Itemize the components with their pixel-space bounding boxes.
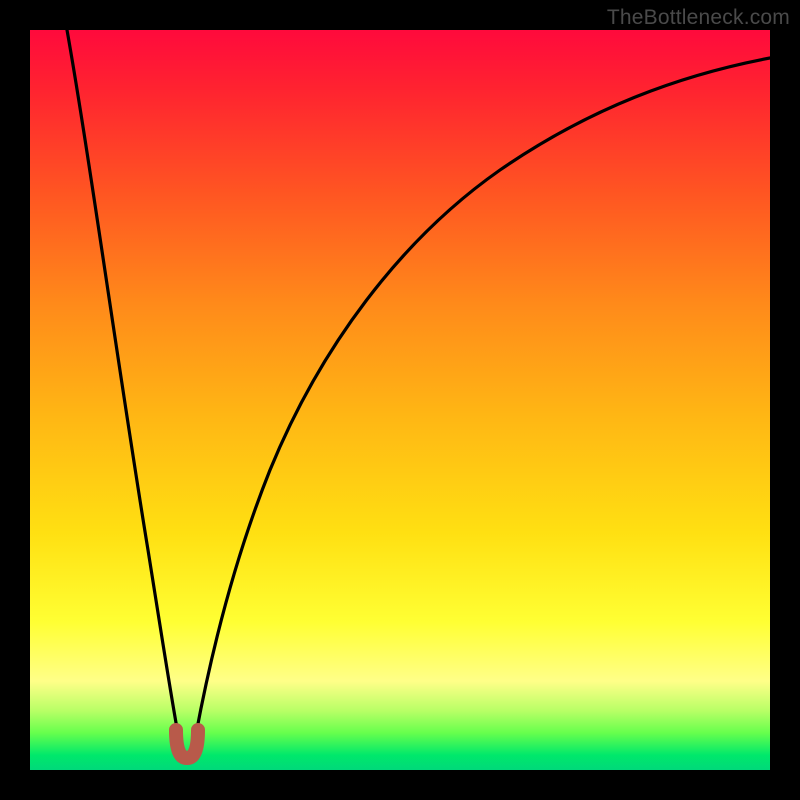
bottleneck-curve-right <box>196 58 770 734</box>
watermark-text: TheBottleneck.com <box>607 6 790 30</box>
bottleneck-curve-left <box>67 30 178 734</box>
bottleneck-curve-svg <box>30 30 770 770</box>
chart-plot-area <box>30 30 770 770</box>
chart-frame: TheBottleneck.com <box>0 0 800 800</box>
min-marker-u <box>176 730 198 758</box>
